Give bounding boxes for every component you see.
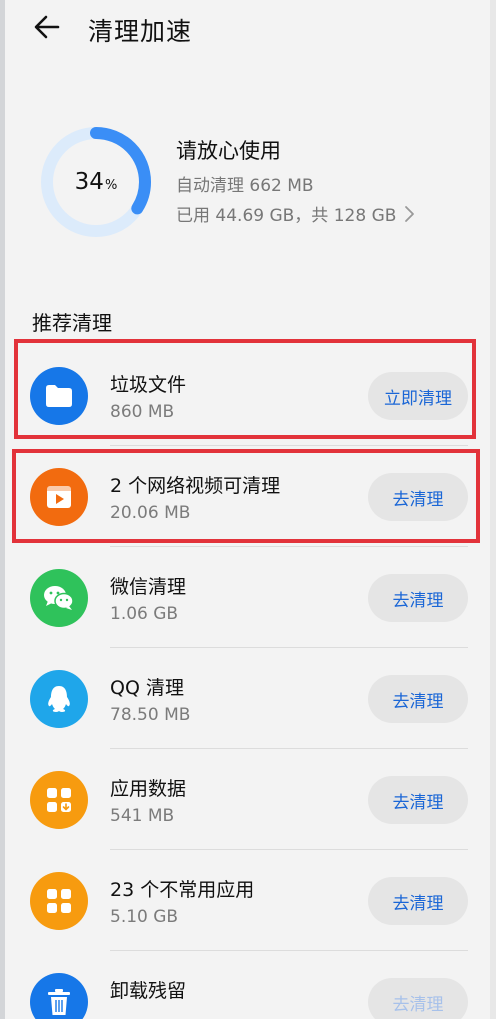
folder-icon <box>30 367 88 425</box>
item-name: 应用数据 <box>110 778 187 800</box>
item-size: 1.06 GB <box>110 604 179 624</box>
storage-used-link[interactable]: 已用 44.69 GB，共 128 GB <box>176 201 416 226</box>
list-item-app-data[interactable]: 应用数据 541 MB 去清理 <box>0 750 496 850</box>
item-name: 卸载残留 <box>110 980 187 1002</box>
divider <box>110 546 468 547</box>
page-title: 清理加速 <box>88 17 193 46</box>
item-name: 微信清理 <box>110 576 187 598</box>
apps-grid-icon <box>30 872 88 930</box>
video-icon <box>30 468 88 526</box>
auto-clean-info: 自动清理 662 MB <box>176 176 314 196</box>
item-name: 2 个网络视频可清理 <box>110 475 281 497</box>
item-size: 78.50 MB <box>110 705 191 725</box>
go-clean-button[interactable]: 去清理 <box>368 675 468 723</box>
clean-now-button[interactable]: 立即清理 <box>368 372 468 420</box>
item-size: 20.06 MB <box>110 503 191 523</box>
storage-status: 请放心使用 <box>176 139 281 163</box>
list-item-unused-apps[interactable]: 23 个不常用应用 5.10 GB 去清理 <box>0 851 496 951</box>
list-item-online-videos[interactable]: 2 个网络视频可清理 20.06 MB 去清理 <box>0 447 496 547</box>
go-clean-button[interactable]: 去清理 <box>368 473 468 521</box>
item-size: 541 MB <box>110 806 175 826</box>
divider <box>110 950 468 951</box>
cleanup-screen: 清理加速 34% 请放心使用 自动清理 662 MB 已用 44.69 GB，共… <box>0 0 496 1019</box>
go-clean-button[interactable]: 去清理 <box>368 776 468 824</box>
go-clean-button[interactable]: 去清理 <box>368 877 468 925</box>
app-data-icon <box>30 771 88 829</box>
chevron-right-icon <box>404 205 416 223</box>
storage-percent: 34% <box>36 122 156 242</box>
item-name: 垃圾文件 <box>110 374 187 396</box>
storage-used-text: 已用 44.69 GB，共 128 GB <box>176 206 397 226</box>
divider <box>110 445 468 446</box>
item-name: QQ 清理 <box>110 677 184 699</box>
back-arrow-icon <box>34 15 60 39</box>
go-clean-button[interactable]: 去清理 <box>368 574 468 622</box>
trash-icon <box>30 973 88 1019</box>
list-item-uninstall-residue[interactable]: 卸载残留 去清理 <box>0 952 496 1019</box>
list-item-qq[interactable]: QQ 清理 78.50 MB 去清理 <box>0 649 496 749</box>
storage-percent-unit: % <box>104 177 118 193</box>
divider <box>110 849 468 850</box>
list-item-junk-files[interactable]: 垃圾文件 860 MB 立即清理 <box>0 346 496 446</box>
go-clean-button[interactable]: 去清理 <box>368 978 468 1019</box>
header: 清理加速 <box>0 0 496 60</box>
divider <box>110 647 468 648</box>
item-name: 23 个不常用应用 <box>110 879 255 901</box>
section-title: 推荐清理 <box>32 311 112 335</box>
list-item-wechat[interactable]: 微信清理 1.06 GB 去清理 <box>0 548 496 648</box>
item-size: 5.10 GB <box>110 907 179 927</box>
item-size: 860 MB <box>110 402 175 422</box>
qq-icon <box>30 670 88 728</box>
divider <box>110 748 468 749</box>
storage-percent-value: 34 <box>74 169 104 195</box>
storage-summary: 34% 请放心使用 自动清理 662 MB 已用 44.69 GB，共 128 … <box>0 110 496 250</box>
wechat-icon <box>30 569 88 627</box>
back-button[interactable] <box>30 10 64 44</box>
